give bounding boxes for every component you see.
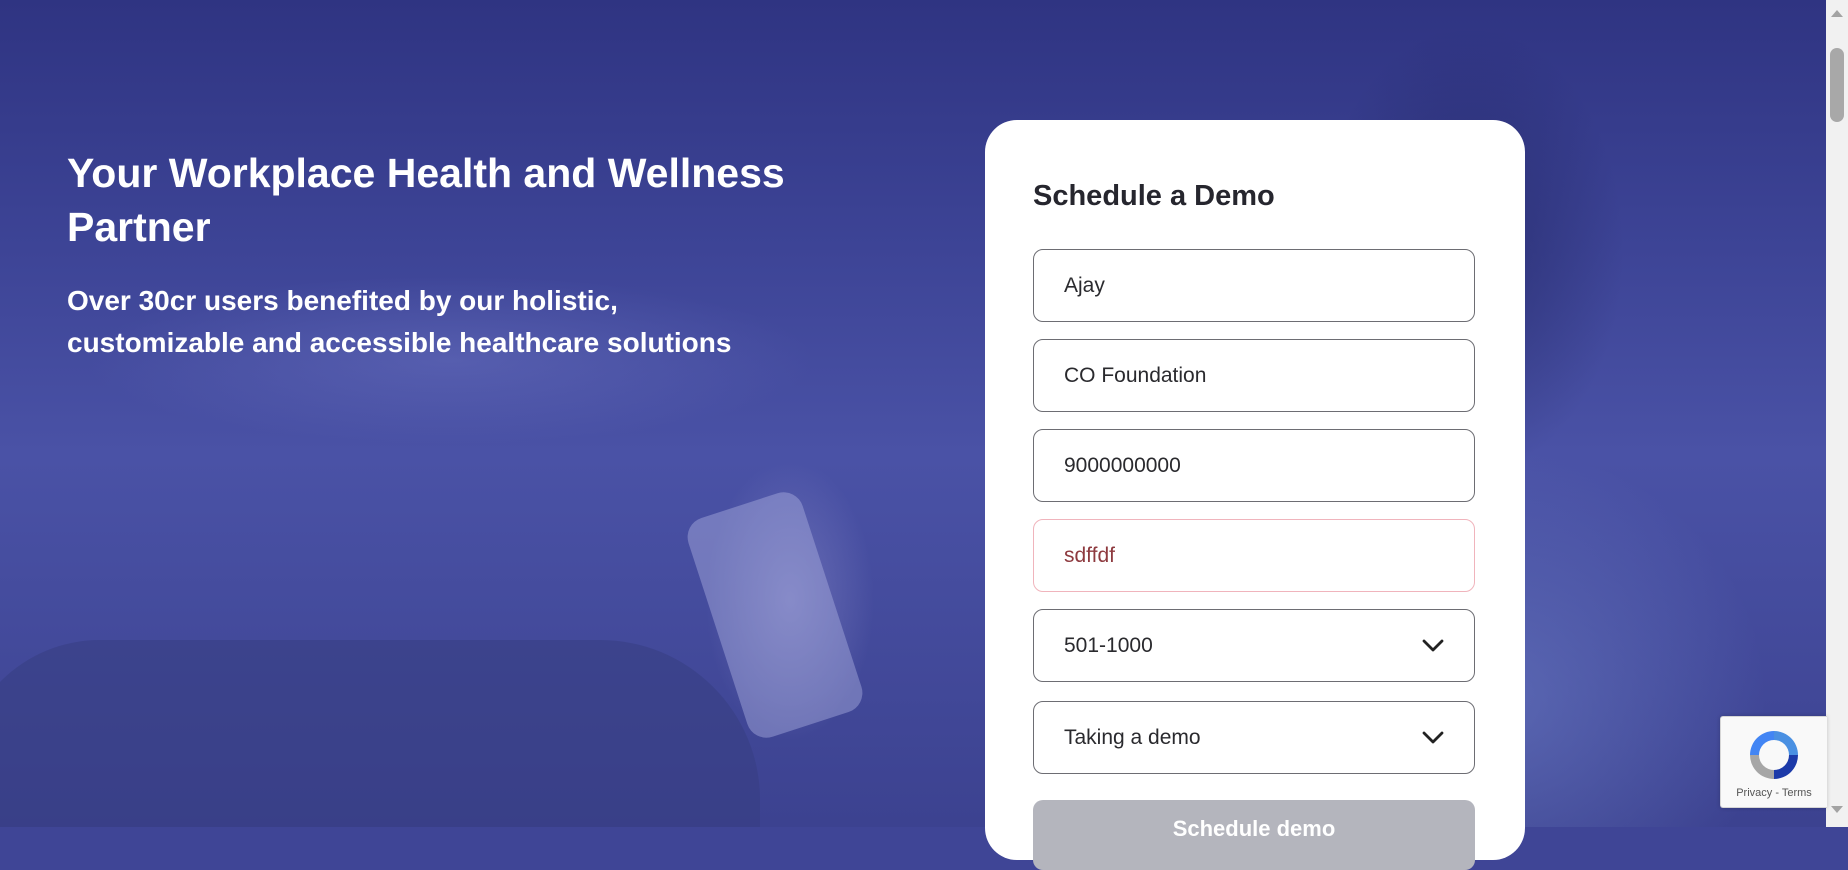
company-field-value: CO Foundation [1064, 363, 1207, 387]
name-field-value: Ajay [1064, 273, 1105, 297]
chevron-down-icon [1422, 639, 1444, 651]
scrollbar-thumb[interactable] [1830, 48, 1844, 122]
name-field[interactable]: Ajay [1033, 249, 1475, 322]
hero-text-block: Your Workplace Health and Wellness Partn… [67, 146, 827, 364]
scroll-down-arrow-icon[interactable] [1831, 806, 1843, 813]
schedule-demo-button[interactable]: Schedule demo [1033, 800, 1475, 870]
email-field-value: sdffdf [1064, 543, 1115, 567]
phone-field-value: 9000000000 [1064, 453, 1181, 477]
hero-subtitle: Over 30cr users benefited by our holisti… [67, 285, 732, 358]
hero-title: Your Workplace Health and Wellness Partn… [67, 150, 785, 250]
hero-background [0, 0, 1826, 827]
form-title: Schedule a Demo [1033, 180, 1275, 212]
recaptcha-terms-link[interactable]: Terms [1782, 787, 1812, 799]
recaptcha-links: Privacy - Terms [1721, 787, 1827, 799]
email-field[interactable]: sdffdf [1033, 519, 1475, 592]
purpose-select[interactable]: Taking a demo [1033, 701, 1475, 774]
chevron-down-icon [1422, 731, 1444, 743]
background-sofa-shape [0, 640, 760, 827]
employee-count-select[interactable]: 501-1000 [1033, 609, 1475, 682]
schedule-demo-card: Schedule a Demo Ajay CO Foundation 90000… [985, 120, 1525, 870]
scroll-up-arrow-icon[interactable] [1831, 10, 1843, 17]
purpose-selected: Taking a demo [1064, 725, 1201, 749]
page-scrollbar[interactable] [1826, 0, 1848, 827]
recaptcha-logo-icon [1750, 731, 1798, 779]
employee-count-selected: 501-1000 [1064, 633, 1153, 657]
company-field[interactable]: CO Foundation [1033, 339, 1475, 412]
recaptcha-privacy-link[interactable]: Privacy [1736, 787, 1772, 799]
phone-field[interactable]: 9000000000 [1033, 429, 1475, 502]
recaptcha-separator: - [1775, 787, 1779, 799]
recaptcha-badge[interactable]: Privacy - Terms [1720, 716, 1827, 808]
